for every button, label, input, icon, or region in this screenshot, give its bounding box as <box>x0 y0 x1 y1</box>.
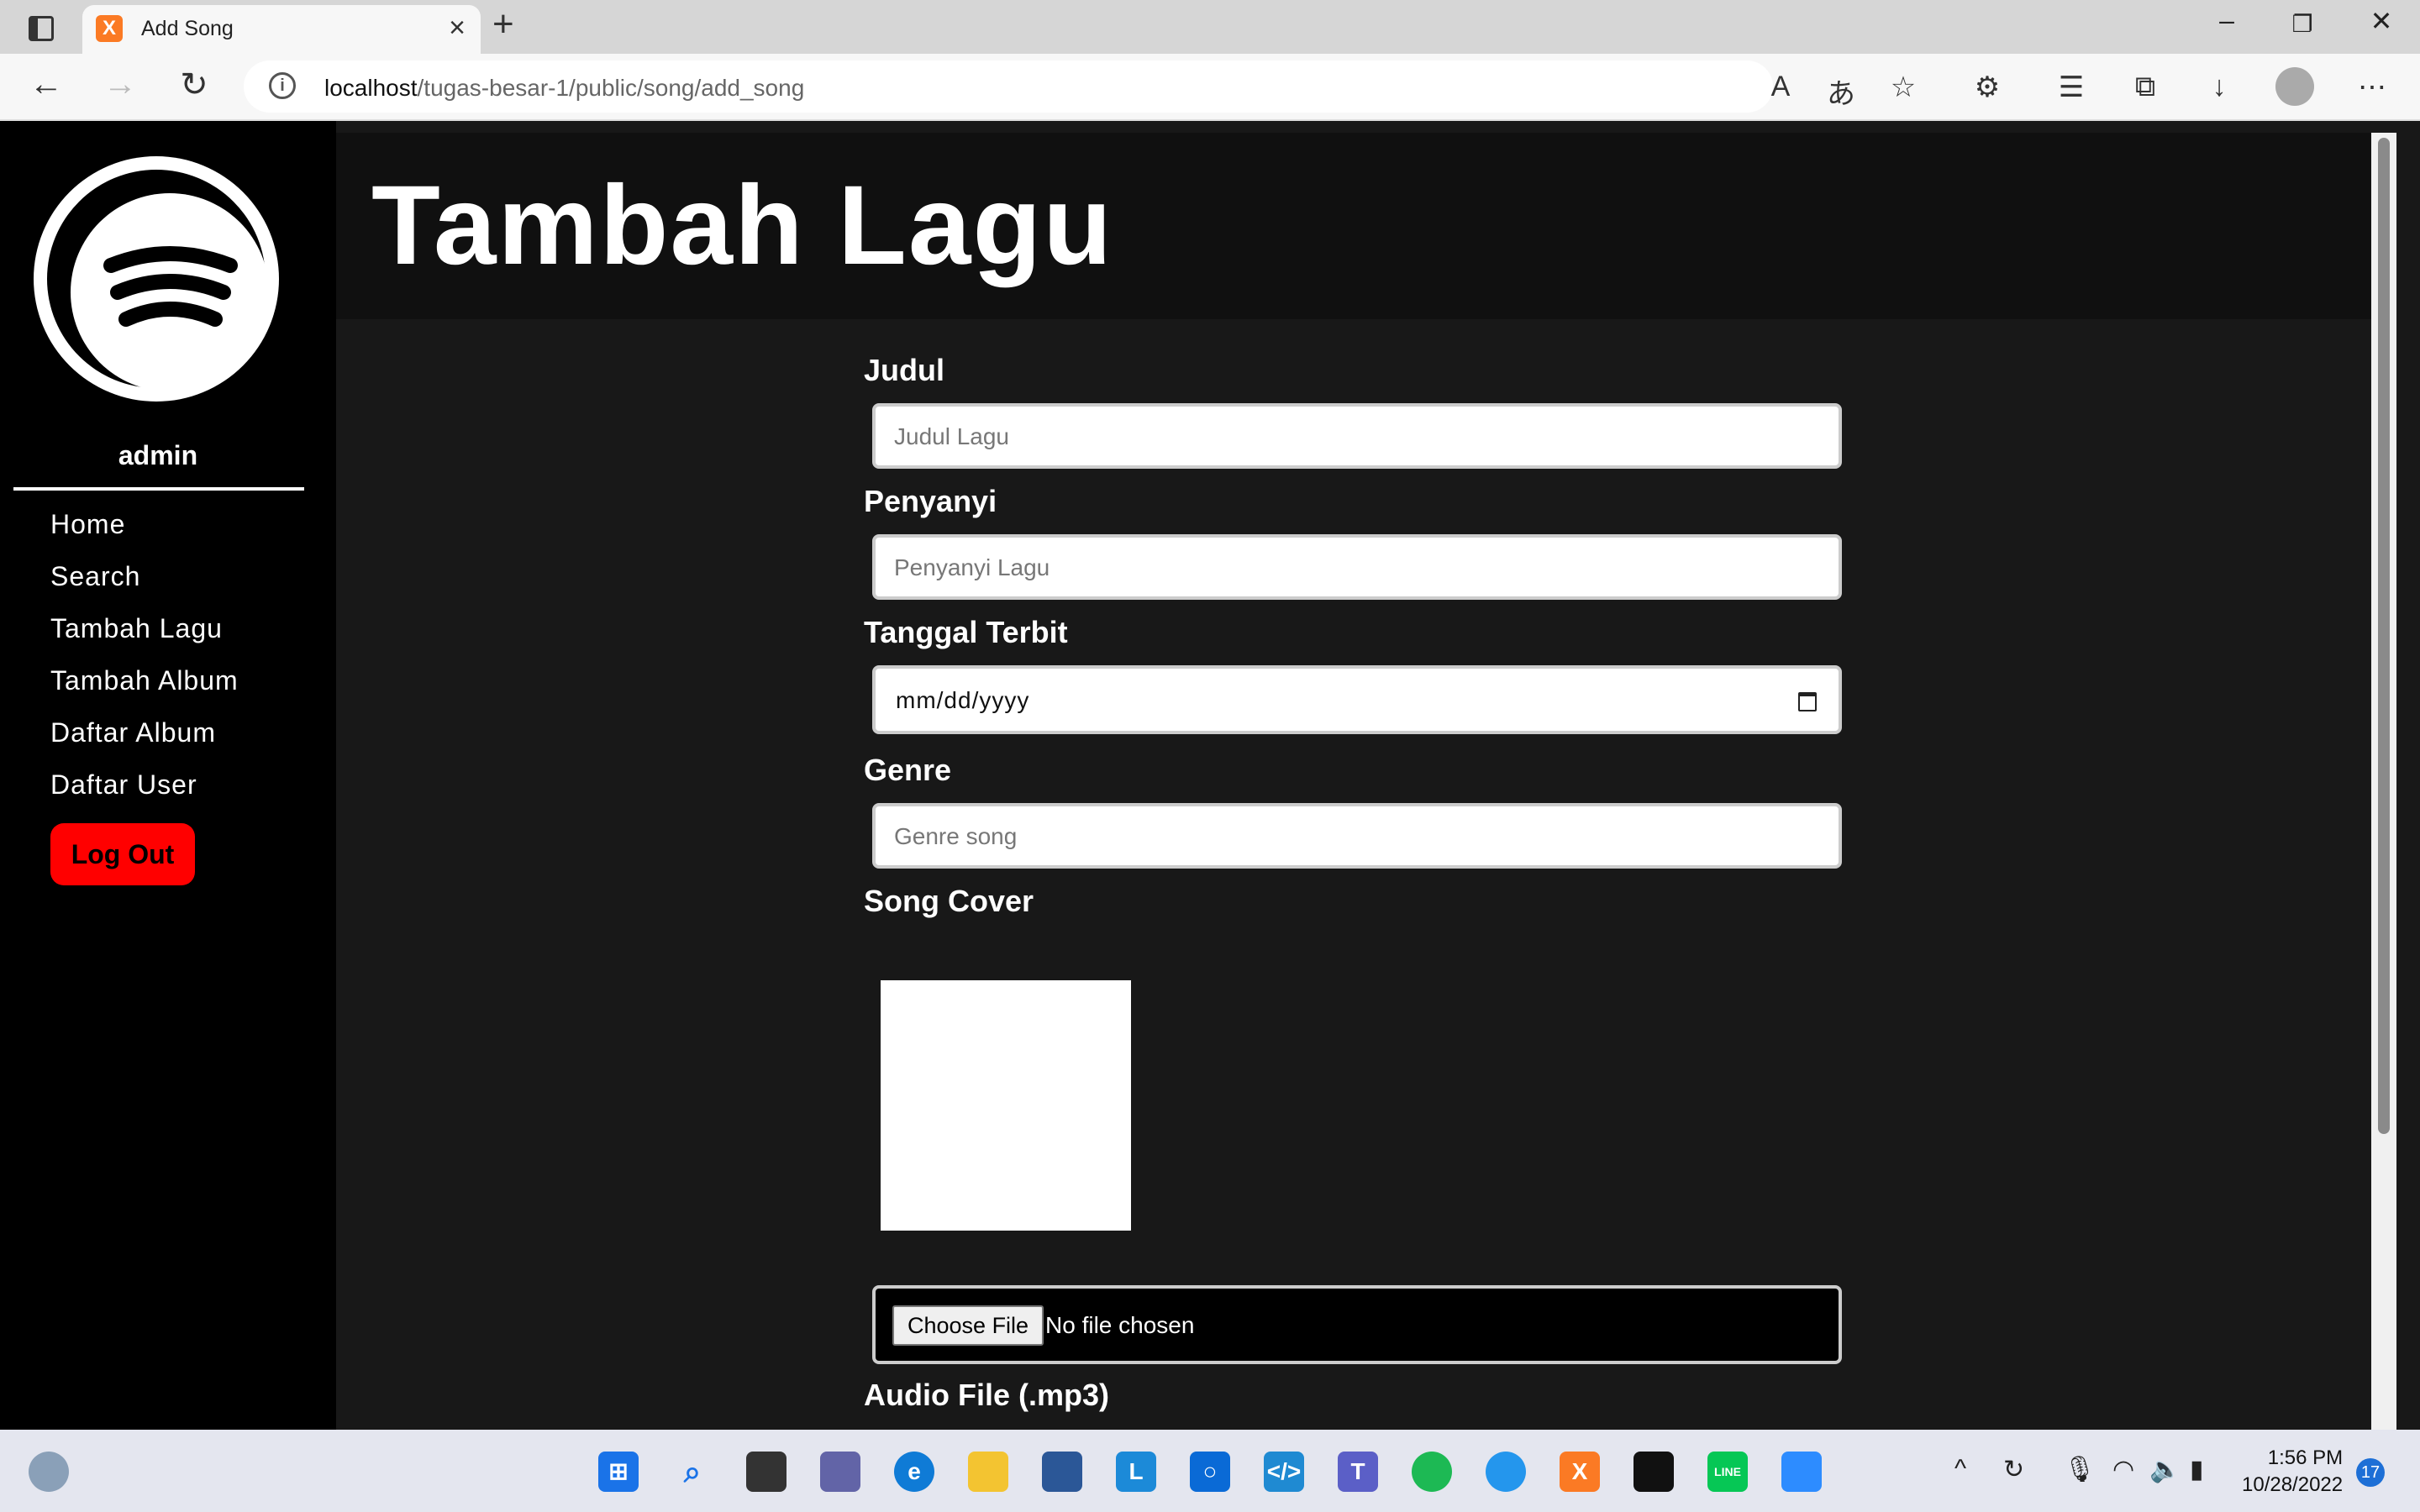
page-title: Tambah Lagu <box>371 163 1114 288</box>
extensions-icon[interactable]: ⚙ <box>1966 71 2008 104</box>
docker-icon[interactable] <box>1486 1452 1526 1492</box>
forward-icon[interactable]: → <box>99 66 141 103</box>
genre-placeholder: Genre song <box>894 823 1018 849</box>
volume-icon[interactable]: 🔈 <box>2149 1455 2181 1484</box>
penyanyi-input[interactable]: Penyanyi Lagu <box>872 534 1842 600</box>
wifi-icon[interactable]: ◠ <box>2112 1455 2134 1484</box>
taskbar: ⊞ ⌕ e L ○ </> T X LINE ^ ↻ 🎙 ◠ 🔈 ▮ 1:56 … <box>0 1430 2420 1512</box>
xampp-icon: X <box>96 15 123 42</box>
sidebar-item-tambah-album[interactable]: Tambah Album <box>50 665 239 696</box>
judul-placeholder: Judul Lagu <box>894 423 1010 449</box>
judul-label: Judul <box>864 353 944 387</box>
song-cover-preview <box>881 980 1131 1231</box>
tab-title: Add Song <box>141 17 234 40</box>
penyanyi-placeholder: Penyanyi Lagu <box>894 554 1050 580</box>
line-icon[interactable]: LINE <box>1707 1452 1748 1492</box>
start-icon[interactable]: ⊞ <box>598 1452 639 1492</box>
profile-avatar[interactable] <box>2275 67 2314 106</box>
browser-tab[interactable]: X Add Song × <box>82 5 481 54</box>
chevron-up-icon[interactable]: ^ <box>1954 1455 1966 1483</box>
tanggal-terbit-date-input[interactable]: mm/dd/yyyy <box>872 665 1842 734</box>
vscode-icon[interactable]: </> <box>1264 1452 1304 1492</box>
store-icon[interactable] <box>1042 1452 1082 1492</box>
weather-icon[interactable] <box>29 1452 69 1492</box>
genre-label: Genre <box>864 753 952 787</box>
more-menu-icon[interactable]: ⋯ <box>2351 71 2393 104</box>
new-tab-icon[interactable]: + <box>492 3 514 45</box>
edge-icon[interactable]: e <box>894 1452 934 1492</box>
minimize-icon[interactable]: – <box>2202 5 2252 36</box>
song-cover-file-input[interactable]: Choose File No file chosen <box>872 1285 1842 1364</box>
downloads-icon[interactable]: ↓ <box>2198 71 2240 103</box>
sidebar-item-daftar-user[interactable]: Daftar User <box>50 769 197 801</box>
page: admin Home Search Tambah Lagu Tambah Alb… <box>0 121 2420 1430</box>
site-info-icon[interactable]: i <box>269 72 296 99</box>
close-tab-icon[interactable]: × <box>449 12 466 45</box>
add-favorite-icon[interactable]: ☆ <box>1882 71 1924 104</box>
microphone-icon[interactable]: 🎙 <box>2064 1455 2096 1484</box>
scrollbar-thumb[interactable] <box>2378 138 2390 1134</box>
date-format: mm/dd/yyyy <box>896 687 1030 713</box>
favorites-icon[interactable]: ☰ <box>2050 71 2092 104</box>
app-icon[interactable]: ○ <box>1190 1452 1230 1492</box>
task-view-icon[interactable] <box>746 1452 786 1492</box>
choose-file-button[interactable]: Choose File <box>892 1305 1044 1346</box>
search-icon[interactable]: ⌕ <box>672 1452 713 1492</box>
sidebar: admin Home Search Tambah Lagu Tambah Alb… <box>0 121 336 1430</box>
read-aloud-icon[interactable]: A <box>1760 71 1802 103</box>
tanggal-terbit-label: Tanggal Terbit <box>864 615 1068 649</box>
sidebar-item-search[interactable]: Search <box>50 561 140 592</box>
collections-icon[interactable]: ⧉ <box>2124 71 2166 103</box>
restore-icon[interactable]: ❐ <box>2277 10 2328 38</box>
spotify-logo-icon <box>34 156 279 402</box>
sidebar-item-tambah-lagu[interactable]: Tambah Lagu <box>50 613 223 644</box>
back-icon[interactable]: ← <box>25 66 67 103</box>
refresh-icon[interactable]: ↻ <box>173 66 215 104</box>
url-text: localhost/tugas-besar-1/public/song/add_… <box>324 75 805 101</box>
browser-tab-bar: X Add Song × + – ❐ ✕ <box>0 0 2420 54</box>
teams-icon[interactable]: T <box>1338 1452 1378 1492</box>
file-explorer-icon[interactable] <box>968 1452 1008 1492</box>
sync-icon[interactable]: ↻ <box>2003 1455 2024 1484</box>
zoom-icon[interactable] <box>1781 1452 1822 1492</box>
spotify-icon[interactable] <box>1412 1452 1452 1492</box>
url-field[interactable]: i localhost/tugas-besar-1/public/song/ad… <box>244 60 1773 113</box>
file-status: No file chosen <box>1045 1312 1195 1338</box>
judul-input[interactable]: Judul Lagu <box>872 403 1842 469</box>
page-header: Tambah Lagu <box>336 133 2371 319</box>
notification-badge[interactable]: 17 <box>2356 1458 2385 1487</box>
battery-icon[interactable]: ▮ <box>2190 1455 2204 1484</box>
sidebar-item-home[interactable]: Home <box>50 509 125 540</box>
xampp-taskbar-icon[interactable]: X <box>1560 1452 1600 1492</box>
clock-time: 1:56 PM <box>2267 1446 2344 1469</box>
genre-input[interactable]: Genre song <box>872 803 1842 869</box>
calendar-icon[interactable] <box>1798 692 1817 711</box>
sidebar-item-daftar-album[interactable]: Daftar Album <box>50 717 216 748</box>
scrollbar[interactable] <box>2371 133 2396 1430</box>
song-cover-label: Song Cover <box>864 884 1034 918</box>
clock[interactable]: 1:56 PM 10/28/2022 <box>2242 1445 2343 1499</box>
divider <box>13 487 304 491</box>
l-app-icon[interactable]: L <box>1116 1452 1156 1492</box>
tab-actions-icon[interactable] <box>24 12 57 42</box>
close-window-icon[interactable]: ✕ <box>2356 5 2407 37</box>
audio-file-label: Audio File (.mp3) <box>864 1378 1109 1412</box>
logout-button[interactable]: Log Out <box>50 823 195 885</box>
chat-icon[interactable] <box>820 1452 860 1492</box>
username: admin <box>118 440 198 470</box>
clock-date: 10/28/2022 <box>2242 1473 2344 1496</box>
address-bar: ← → ↻ i localhost/tugas-besar-1/public/s… <box>0 54 2420 121</box>
terminal-icon[interactable] <box>1634 1452 1674 1492</box>
translate-icon[interactable]: あ <box>1820 71 1862 112</box>
penyanyi-label: Penyanyi <box>864 484 997 518</box>
